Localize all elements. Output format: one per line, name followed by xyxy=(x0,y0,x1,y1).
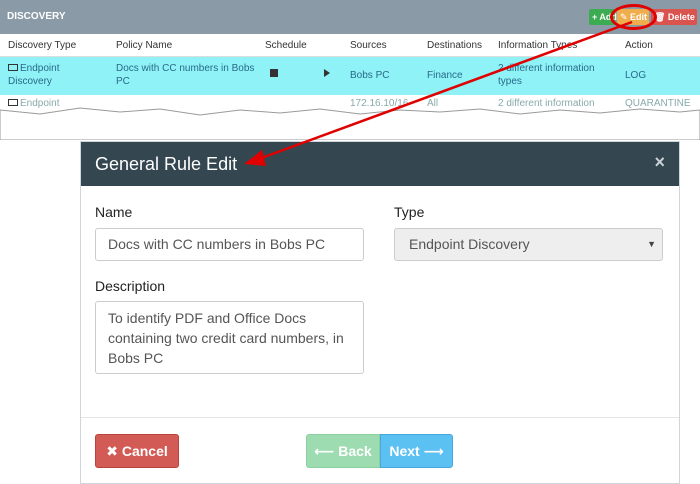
col-sources: Sources xyxy=(350,40,387,51)
general-rule-edit-dialog: General Rule Edit × Name Docs with CC nu… xyxy=(80,141,680,484)
delete-button[interactable]: 🗑 Delete xyxy=(651,9,697,25)
cell-policy-name: Docs with CC numbers in Bobs PC xyxy=(116,63,255,87)
cell-action: LOG xyxy=(625,70,647,81)
type-label: Type xyxy=(394,204,425,220)
next-button[interactable]: Next ⟶ xyxy=(380,434,453,468)
dialog-header: General Rule Edit × xyxy=(81,142,679,186)
back-button[interactable]: ⟵ Back xyxy=(306,434,380,468)
table-header: Discovery Type Policy Name Schedule Sour… xyxy=(0,34,700,57)
cancel-button[interactable]: ✖ Cancel xyxy=(95,434,179,468)
calendar-icon[interactable] xyxy=(270,69,278,77)
type-select[interactable]: Endpoint Discovery ▼ xyxy=(394,228,663,261)
name-label: Name xyxy=(95,204,133,220)
col-discovery-type: Discovery Type xyxy=(8,40,77,51)
torn-edge xyxy=(0,107,700,140)
table-row[interactable]: Endpoint Discovery Docs with CC numbers … xyxy=(0,57,700,95)
cell-information-types: 2 different information types xyxy=(498,63,595,87)
panel-header: DISCOVERY + Add ✎ Edit 🗑 Delete xyxy=(0,0,700,34)
close-icon[interactable]: × xyxy=(654,152,665,173)
col-policy-name: Policy Name xyxy=(116,40,173,51)
col-schedule: Schedule xyxy=(265,40,307,51)
cell-sources: Bobs PC xyxy=(350,70,390,81)
dialog-title: General Rule Edit xyxy=(95,154,238,174)
play-icon[interactable] xyxy=(324,69,330,77)
screenshot-stage: DISCOVERY + Add ✎ Edit 🗑 Delete Discover… xyxy=(0,0,700,484)
description-textarea[interactable]: To identify PDF and Office Docs containi… xyxy=(95,301,364,374)
description-label: Description xyxy=(95,278,166,294)
highlight-circle xyxy=(610,4,657,30)
name-input[interactable]: Docs with CC numbers in Bobs PC xyxy=(95,228,364,261)
panel-title: DISCOVERY xyxy=(7,11,66,22)
monitor-icon xyxy=(8,64,18,71)
footer-divider xyxy=(81,417,679,418)
cell-destinations: Finance xyxy=(427,70,463,81)
col-action: Action xyxy=(625,40,653,51)
col-destinations: Destinations xyxy=(427,40,483,51)
cell-discovery-type: Endpoint Discovery xyxy=(8,63,60,87)
col-information-types: Information Types xyxy=(498,40,578,51)
discovery-panel: DISCOVERY + Add ✎ Edit 🗑 Delete Discover… xyxy=(0,0,700,125)
chevron-down-icon: ▼ xyxy=(647,239,656,249)
